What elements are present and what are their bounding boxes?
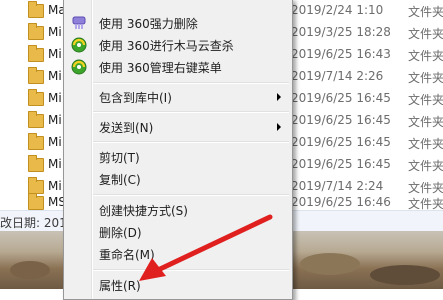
file-name: Mi xyxy=(48,25,62,39)
file-type: 文件夹 xyxy=(408,93,443,107)
file-type: 文件夹 xyxy=(408,5,443,19)
menu-item-label: 剪切(T) xyxy=(99,151,140,165)
file-type: 文件夹 xyxy=(408,49,443,63)
file-date: 2019/6/25 16:43 xyxy=(291,47,391,61)
menu-item-rename[interactable]: 重命名(M) xyxy=(66,243,290,265)
file-name: Mi xyxy=(48,157,62,171)
menu-item-360-manage-context[interactable]: 使用 360管理右键菜单 xyxy=(66,56,290,78)
menu-item-label: 重命名(M) xyxy=(99,248,155,262)
menu-item-label: 复制(C) xyxy=(99,173,141,187)
file-name: Mi xyxy=(48,47,62,61)
folder-icon xyxy=(28,89,44,106)
file-type: 文件夹 xyxy=(408,115,443,129)
menu-item-create-shortcut[interactable]: 创建快捷方式(S) xyxy=(66,199,290,221)
folder-icon xyxy=(28,155,44,172)
file-name: Mi xyxy=(48,179,62,193)
wallpaper-rock xyxy=(10,261,50,279)
menu-item-delete[interactable]: 删除(D) xyxy=(66,221,290,243)
folder-icon xyxy=(28,193,44,210)
menu-item-360-force-delete[interactable]: 使用 360强力删除 xyxy=(66,12,290,34)
menu-item-360-trojan-scan[interactable]: 使用 360进行木马云查杀 xyxy=(66,34,290,56)
menu-item-copy[interactable]: 复制(C) xyxy=(66,168,290,190)
file-name: Mi xyxy=(48,113,62,127)
file-date: 2019/3/25 18:28 xyxy=(291,25,391,39)
menu-item-label: 使用 360管理右键菜单 xyxy=(99,61,222,75)
submenu-arrow-icon xyxy=(277,93,281,101)
menu-item-label: 删除(D) xyxy=(99,226,142,240)
menu-separator xyxy=(93,141,289,143)
menu-item-label: 属性(R) xyxy=(99,279,141,293)
file-name: Mi xyxy=(48,135,62,149)
folder-icon xyxy=(28,67,44,84)
menu-item-label: 包含到库中(I) xyxy=(99,91,172,105)
menu-item-label: 创建快捷方式(S) xyxy=(99,204,188,218)
menu-item-include-in-library[interactable]: 包含到库中(I) xyxy=(66,86,290,108)
file-type: 文件夹 xyxy=(408,71,443,85)
menu-item-properties[interactable]: 属性(R) xyxy=(66,274,290,296)
menu-separator xyxy=(93,82,289,84)
menu-separator xyxy=(93,111,289,113)
menu-item-label: 使用 360强力删除 xyxy=(99,17,198,31)
file-type: 文件夹 xyxy=(408,159,443,173)
folder-icon xyxy=(28,23,44,40)
wallpaper-rock xyxy=(370,265,440,285)
menu-item-label: 发送到(N) xyxy=(99,121,154,135)
menu-item-label: 使用 360进行木马云查杀 xyxy=(99,39,234,53)
folder-icon xyxy=(28,111,44,128)
folder-icon xyxy=(28,45,44,62)
file-type: 文件夹 xyxy=(408,27,443,41)
file-name: Mi xyxy=(48,69,62,83)
file-date: 2019/6/25 16:45 xyxy=(291,135,391,149)
wallpaper-rock xyxy=(300,253,360,275)
file-date: 2019/2/24 1:10 xyxy=(291,3,384,17)
file-date: 2019/7/14 2:24 xyxy=(291,179,384,193)
folder-icon xyxy=(28,1,44,18)
file-date: 2019/6/25 16:45 xyxy=(291,157,391,171)
menu-item-cut[interactable]: 剪切(T) xyxy=(66,146,290,168)
360-shield-icon xyxy=(71,59,87,75)
folder-icon xyxy=(28,177,44,194)
file-date: 2019/6/25 16:45 xyxy=(291,91,391,105)
file-name: Mi xyxy=(48,91,62,105)
context-menu: 使用 360强力删除 使用 360进行木马云查杀 使用 360管理右键菜单 包含… xyxy=(63,0,293,300)
file-date: 2019/6/25 16:45 xyxy=(291,113,391,127)
file-date: 2019/7/14 2:26 xyxy=(291,69,384,83)
menu-separator xyxy=(93,269,289,271)
shredder-icon xyxy=(71,15,87,31)
file-type: 文件夹 xyxy=(408,137,443,151)
menu-item-send-to[interactable]: 发送到(N) xyxy=(66,116,290,138)
file-date: 2019/6/25 16:46 xyxy=(291,195,391,209)
menu-separator xyxy=(93,194,289,196)
360-shield-icon xyxy=(71,37,87,53)
folder-icon xyxy=(28,133,44,150)
submenu-arrow-icon xyxy=(277,123,281,131)
